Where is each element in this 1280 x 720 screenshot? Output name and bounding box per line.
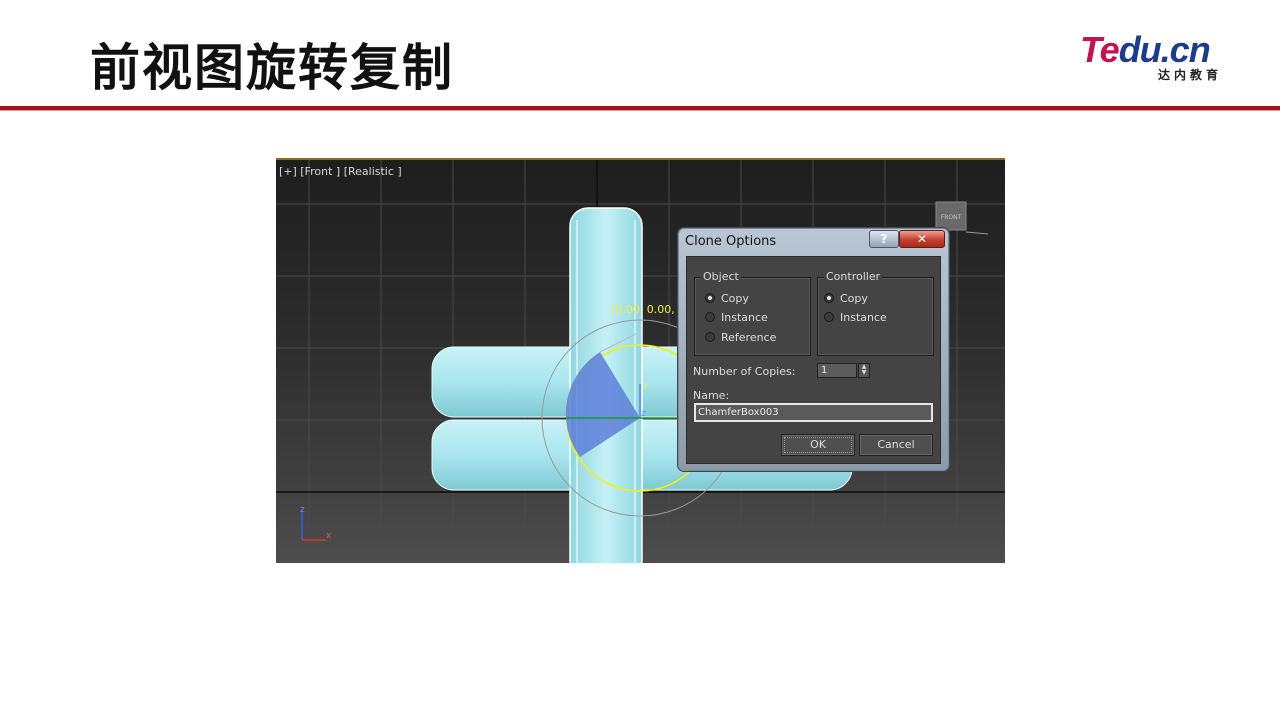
viewcube-label: FRONT — [941, 214, 962, 221]
name-label: Name: — [693, 389, 730, 402]
radio-icon — [824, 312, 834, 322]
spinner-arrows-icon[interactable]: ▲ ▼ — [858, 363, 870, 378]
copies-label: Number of Copies: — [693, 365, 796, 378]
object-group-title: Object — [701, 270, 741, 283]
header-divider-shadow — [0, 110, 1280, 111]
axis-z-label: z — [300, 505, 305, 515]
controller-copy-label: Copy — [840, 292, 868, 305]
copies-spinner-input[interactable]: 1 — [817, 363, 857, 378]
object-instance-label: Instance — [721, 311, 768, 324]
dialog-body: Object Copy Instance Reference Controlle… — [686, 256, 941, 464]
controller-group-title: Controller — [824, 270, 883, 283]
radio-icon — [705, 332, 715, 342]
logo-text-part1: Te — [1080, 29, 1120, 70]
object-copy-radio[interactable]: Copy — [705, 292, 749, 305]
controller-copy-radio[interactable]: Copy — [824, 292, 868, 305]
controller-group: Controller Copy Instance — [817, 270, 934, 356]
axis-x-label: x — [326, 531, 332, 541]
object-copy-label: Copy — [721, 292, 749, 305]
name-input[interactable]: ChamferBox003 — [694, 403, 933, 422]
viewport-label[interactable]: [+] [Front ] [Realistic ] — [279, 165, 402, 178]
object-reference-radio[interactable]: Reference — [705, 331, 776, 344]
radio-selected-icon — [705, 293, 715, 303]
clone-options-dialog: Clone Options ? ✕ Object Copy Instance R… — [678, 228, 949, 471]
object-group: Object Copy Instance Reference — [694, 270, 811, 356]
coord-readout: [0.00, 0.00, 9 — [611, 303, 685, 316]
logo-wordmark: Tedu.cn — [1080, 29, 1211, 70]
tedu-logo: Tedu.cn 达内教育 — [1080, 30, 1240, 85]
logo-text-part2: du.cn — [1118, 29, 1211, 70]
controller-instance-radio[interactable]: Instance — [824, 311, 887, 324]
slide-title: 前视图旋转复制 — [90, 39, 454, 97]
controller-instance-label: Instance — [840, 311, 887, 324]
cancel-button[interactable]: Cancel — [859, 434, 933, 456]
ok-button[interactable]: OK — [781, 434, 855, 456]
object-reference-label: Reference — [721, 331, 777, 344]
logo-subtitle: 达内教育 — [1158, 68, 1223, 82]
dialog-title: Clone Options — [685, 234, 777, 249]
object-instance-radio[interactable]: Instance — [705, 311, 768, 324]
radio-selected-icon — [824, 293, 834, 303]
close-icon[interactable]: ✕ — [899, 230, 945, 248]
gizmo-axis-y: y — [643, 380, 649, 390]
gizmo-axis-z: z — [641, 409, 646, 419]
radio-icon — [705, 312, 715, 322]
question-icon[interactable]: ? — [869, 230, 899, 248]
